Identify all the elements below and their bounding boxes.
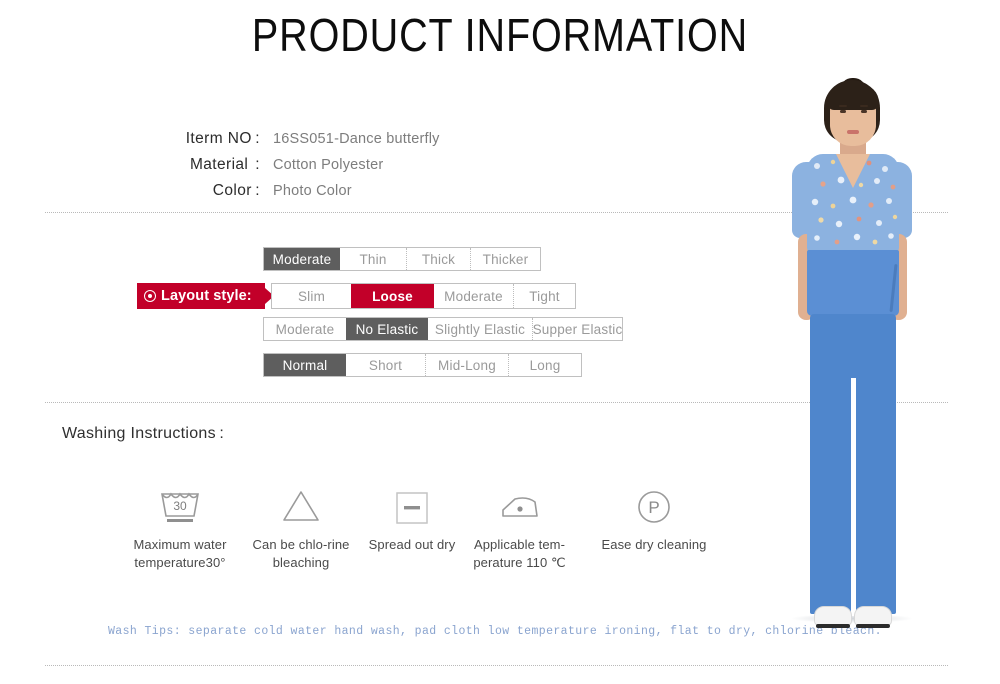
option-group-layout-style: Slim Loose Moderate Tight bbox=[271, 283, 576, 309]
option-top-length-normal[interactable]: Normal bbox=[264, 354, 346, 376]
option-elasticity-slightly-elastic[interactable]: Slightly Elastic bbox=[428, 318, 532, 340]
svg-text:P: P bbox=[648, 498, 659, 517]
washing-item-bleaching: Can be chlo-rine bleaching bbox=[241, 482, 361, 572]
model-scrub-top-solid bbox=[807, 250, 899, 316]
washing-caption-bleaching: Can be chlo-rine bleaching bbox=[252, 537, 350, 570]
spec-label-material: Material : bbox=[189, 156, 260, 173]
svg-text:30: 30 bbox=[173, 499, 187, 513]
option-elasticity-supper-elastic[interactable]: Supper Elastic bbox=[532, 318, 622, 340]
product-information-page: PRODUCT INFORMATION Iterm NO : 16SS051-D… bbox=[0, 0, 1000, 684]
option-top-length-mid-long[interactable]: Mid-Long bbox=[425, 354, 508, 376]
option-layout-tight[interactable]: Tight bbox=[513, 284, 575, 308]
washing-item-max-temperature: 30 Maximum water temperature30° bbox=[120, 482, 240, 572]
option-thickness-thicker[interactable]: Thicker bbox=[470, 248, 540, 270]
washing-item-ironing: Applicable tem-perature 110 ℃ bbox=[452, 482, 587, 572]
model-pant-leg-gap bbox=[851, 378, 856, 616]
target-icon bbox=[144, 290, 156, 302]
spec-value-color: Photo Color bbox=[273, 183, 352, 199]
iron-one-dot-icon bbox=[452, 482, 587, 530]
model-eyebrow-left bbox=[839, 105, 847, 107]
attribute-label-layout-style: Layout style: bbox=[161, 288, 252, 304]
option-group-top-length: Normal Short Mid-Long Long bbox=[263, 353, 582, 377]
option-layout-moderate[interactable]: Moderate bbox=[434, 284, 513, 308]
option-layout-loose[interactable]: Loose bbox=[351, 284, 434, 308]
spec-label-item-no: Iterm NO : bbox=[185, 130, 260, 147]
option-elasticity-moderate[interactable]: Moderate bbox=[264, 318, 346, 340]
wash-tub-30-icon: 30 bbox=[120, 482, 240, 530]
model-photo bbox=[752, 78, 952, 628]
option-top-length-short[interactable]: Short bbox=[346, 354, 425, 376]
model-eye-right bbox=[861, 110, 867, 113]
dry-clean-p-circle-icon: P bbox=[574, 482, 734, 530]
washing-caption-ironing: Applicable tem-perature 110 ℃ bbox=[473, 537, 566, 570]
model-eyebrow-right bbox=[860, 105, 868, 107]
spec-label-color: Color : bbox=[212, 182, 260, 199]
option-top-length-long[interactable]: Long bbox=[508, 354, 581, 376]
spec-value-item-no: 16SS051-Dance butterfly bbox=[273, 131, 440, 147]
model-shoe-left bbox=[814, 606, 852, 628]
divider-bottom bbox=[45, 665, 948, 666]
option-thickness-thin[interactable]: Thin bbox=[340, 248, 406, 270]
option-layout-slim[interactable]: Slim bbox=[272, 284, 351, 308]
washing-caption-max-temperature: Maximum water temperature30° bbox=[133, 537, 227, 570]
option-thickness-thick[interactable]: Thick bbox=[406, 248, 470, 270]
washing-item-dry-cleaning: P Ease dry cleaning bbox=[574, 482, 734, 554]
washing-instructions-heading: Washing Instructions : bbox=[62, 425, 225, 442]
option-group-thickness: Moderate Thin Thick Thicker bbox=[263, 247, 541, 271]
washing-caption-dry-cleaning: Ease dry cleaning bbox=[601, 537, 707, 552]
option-thickness-moderate[interactable]: Moderate bbox=[264, 248, 340, 270]
spec-value-material: Cotton Polyester bbox=[273, 157, 384, 173]
option-elasticity-no-elastic[interactable]: No Elastic bbox=[346, 318, 428, 340]
model-lips bbox=[847, 130, 859, 134]
bleach-triangle-icon bbox=[241, 482, 361, 530]
option-group-elasticity: Moderate No Elastic Slightly Elastic Sup… bbox=[263, 317, 623, 341]
model-eye-left bbox=[840, 110, 846, 113]
model-hair-front bbox=[827, 84, 879, 110]
washing-symbol-list: 30 Maximum water temperature30° Can be c… bbox=[120, 482, 720, 572]
model-shoe-right bbox=[854, 606, 892, 628]
layout-style-highlight-banner: Layout style: bbox=[137, 283, 265, 309]
page-title: PRODUCT INFORMATION bbox=[251, 9, 749, 61]
